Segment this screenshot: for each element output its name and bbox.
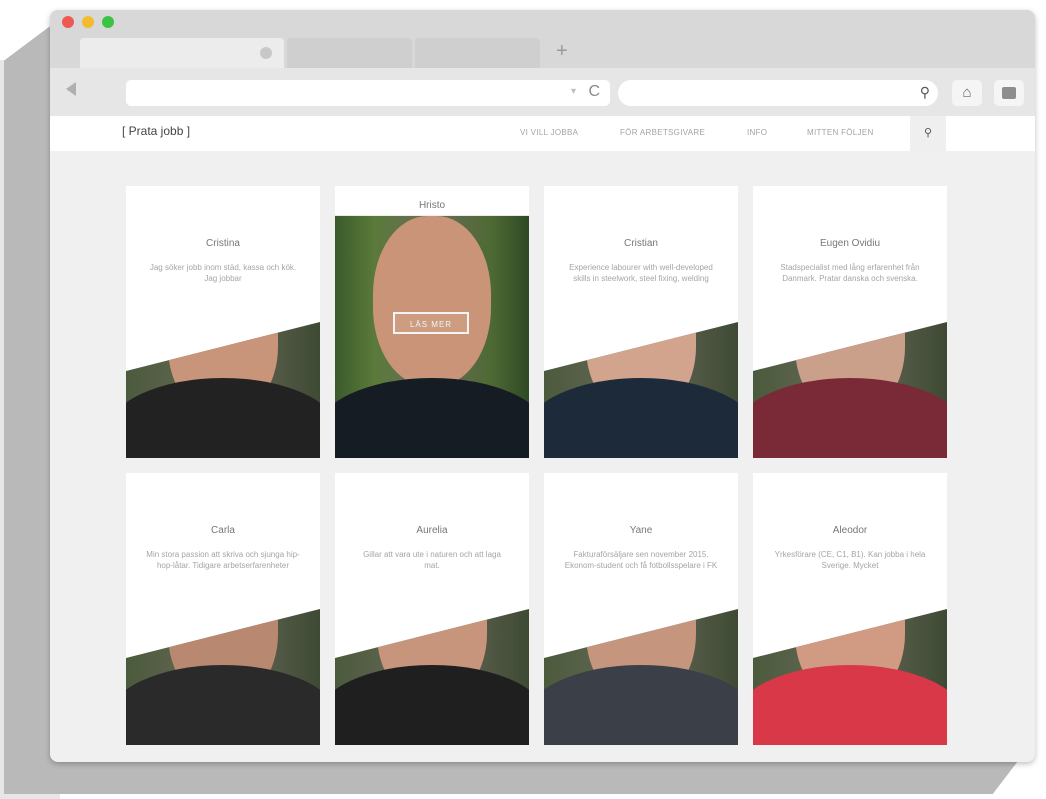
back-arrow-icon[interactable] <box>66 82 76 96</box>
profile-card[interactable]: Cristina Jag söker jobb inom städ, kassa… <box>126 186 320 458</box>
menu-icon <box>1002 87 1016 99</box>
profile-name: Aleodor <box>832 525 868 536</box>
profile-photo <box>544 609 738 745</box>
profile-name: Cristian <box>624 238 658 249</box>
profile-name: Carla <box>211 525 235 536</box>
profile-description: Stadspecialist med lång erfarenhet från … <box>780 263 920 283</box>
url-dropdown-icon[interactable]: ▾ <box>571 86 576 97</box>
nav-link-for-arbetsgivare[interactable]: FÖR ARBETSGIVARE <box>620 128 705 137</box>
profile-card[interactable]: Carla Min stora passion att skriva och s… <box>126 473 320 745</box>
profile-photo <box>753 609 947 745</box>
browser-tab-3[interactable] <box>415 38 540 68</box>
site-navigation: [ Prata jobb ] VI VILL JOBBA FÖR ARBETSG… <box>50 116 1035 151</box>
profile-shirt <box>544 665 738 745</box>
profile-name: Aurelia <box>416 525 448 536</box>
profile-description: Jag söker jobb inom städ, kassa och kök.… <box>149 263 297 283</box>
profile-photo <box>544 322 738 458</box>
profile-photo <box>126 609 320 745</box>
browser-search-field[interactable]: ⚲ <box>618 80 938 106</box>
new-tab-button[interactable]: + <box>556 41 568 61</box>
nav-link-info[interactable]: INFO <box>747 128 767 137</box>
search-icon: ⚲ <box>919 84 930 100</box>
profile-photo <box>126 322 320 458</box>
site-logo[interactable]: [ Prata jobb ] <box>122 124 190 138</box>
profile-shirt <box>335 665 529 745</box>
profile-face <box>373 216 491 386</box>
profile-shirt <box>753 665 947 745</box>
profile-shirt <box>335 378 529 458</box>
maximize-window-button[interactable] <box>102 16 114 28</box>
browser-tab-2[interactable] <box>287 38 412 68</box>
profile-photo <box>335 609 529 745</box>
profile-description: Experience labourer with well-developed … <box>569 263 713 283</box>
profile-card[interactable]: Aurelia Gillar att vara ute i naturen oc… <box>335 473 529 745</box>
profile-shirt <box>544 378 738 458</box>
home-icon: ⌂ <box>962 84 972 101</box>
profile-card[interactable]: Aleodor Yrkesförare (CE, C1, B1). Kan jo… <box>753 473 947 745</box>
profile-description: Min stora passion att skriva och sjunga … <box>146 550 300 570</box>
minimize-window-button[interactable] <box>82 16 94 28</box>
profile-name: Hristo <box>418 200 446 211</box>
profile-card[interactable]: Hristo LÄS MER <box>335 186 529 458</box>
home-button[interactable]: ⌂ <box>952 80 982 106</box>
profile-description: Gillar att vara ute i naturen och att la… <box>363 550 501 570</box>
nav-link-mitten-foljen[interactable]: MITTEN FÖLJEN <box>807 128 874 137</box>
profile-name: Eugen Ovidiu <box>819 238 881 249</box>
reload-icon[interactable]: C <box>588 83 600 101</box>
profile-name: Yane <box>629 525 653 536</box>
profile-shirt <box>753 378 947 458</box>
profile-card[interactable]: Cristian Experience labourer with well-d… <box>544 186 738 458</box>
browser-tab-active[interactable] <box>80 38 284 68</box>
profile-card[interactable]: Eugen Ovidiu Stadspecialist med lång erf… <box>753 186 947 458</box>
profile-photo <box>753 322 947 458</box>
profile-card[interactable]: Yane Fakturaförsäljare sen november 2015… <box>544 473 738 745</box>
read-more-button[interactable]: LÄS MER <box>393 312 469 334</box>
profile-shirt <box>126 665 320 745</box>
search-icon: ⚲ <box>923 127 933 139</box>
tab-close-icon[interactable] <box>260 47 272 59</box>
address-bar[interactable]: ▾ C <box>126 80 610 106</box>
profile-description: Fakturaförsäljare sen november 2015. Eko… <box>564 550 718 570</box>
profile-description: Yrkesförare (CE, C1, B1). Kan jobba i he… <box>774 550 926 570</box>
site-search-button[interactable]: ⚲ <box>910 116 946 151</box>
browser-menu-button[interactable] <box>994 80 1024 106</box>
profile-shirt <box>126 378 320 458</box>
close-window-button[interactable] <box>62 16 74 28</box>
nav-link-vi-vill-jobba[interactable]: VI VILL JOBBA <box>520 128 578 137</box>
profile-name: Cristina <box>206 238 240 249</box>
